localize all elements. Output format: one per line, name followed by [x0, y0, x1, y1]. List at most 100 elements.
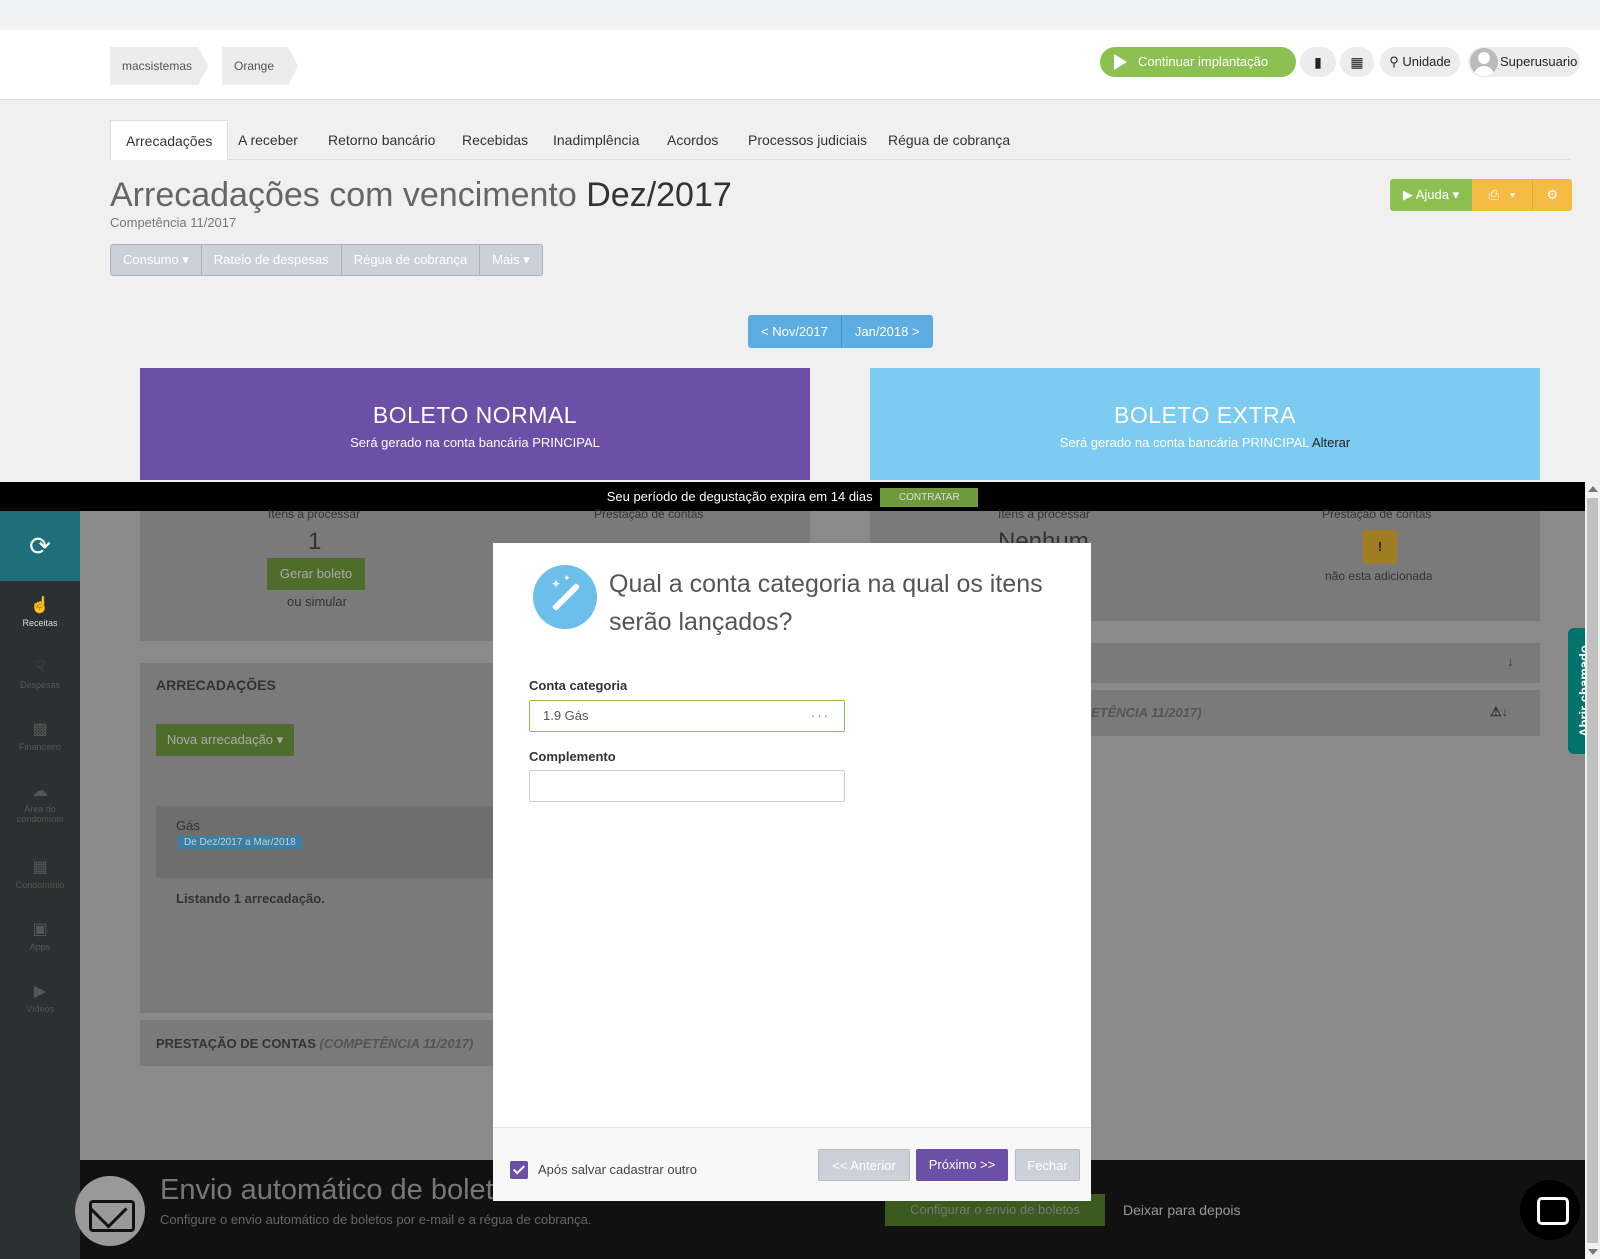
boleto-extra-title: BOLETO EXTRA [1114, 402, 1296, 428]
after-save-label[interactable]: Após salvar cadastrar outro [538, 1162, 697, 1177]
ou-simular-link[interactable]: ou simular [287, 594, 347, 609]
modal-footer: Após salvar cadastrar outro << Anterior … [493, 1127, 1091, 1201]
tab-processos-judiciais[interactable]: Processos judiciais [748, 120, 867, 160]
later-link[interactable]: Deixar para depois [1123, 1202, 1241, 1218]
help-button[interactable]: ▶ Ajuda ▾ [1390, 179, 1472, 211]
sub-navigation: Consumo ▾ Rateio de despesas Régua de co… [110, 244, 543, 276]
settings-button[interactable]: ⚙ [1532, 179, 1572, 211]
user-menu[interactable]: Superusuario [1468, 47, 1580, 77]
trial-text: Seu período de degustação expira em 14 d… [606, 489, 873, 504]
help-label: Ajuda [1415, 187, 1449, 202]
tab-a-receber[interactable]: A receber [238, 120, 298, 160]
ticket-icon[interactable]: ▮ [1300, 47, 1336, 77]
boleto-extra-card[interactable]: BOLETO EXTRA Será gerado na conta bancár… [870, 368, 1540, 480]
items-to-process-count: 1 [308, 528, 322, 555]
building-icon: ▦ [32, 859, 48, 876]
items-to-process-label-2: Itens a processar [998, 507, 1091, 521]
puzzle-icon: ▣ [32, 921, 48, 938]
sidebar-item-label: Vídeos [25, 1004, 55, 1014]
page-title-prefix: Arrecadações com vencimento [110, 176, 577, 214]
gift-icon[interactable]: ▦ [1340, 47, 1374, 77]
page-title-month: Dez/2017 [586, 176, 732, 214]
close-button[interactable]: Fechar [1015, 1149, 1080, 1181]
chat-icon[interactable] [1520, 1180, 1580, 1240]
boleto-normal-card[interactable]: BOLETO NORMAL Será gerado na conta bancá… [140, 368, 810, 480]
category-modal: ✦ ✦ Qual a conta categoria na qual os it… [493, 543, 1091, 1201]
sidebar-item-label: Despesas [19, 680, 61, 690]
tab-regua-de-cobranca[interactable]: Régua de cobrança [888, 120, 1010, 160]
tab-inadimplencia[interactable]: Inadimplência [553, 120, 639, 160]
sidebar-item-label: Receitas [22, 618, 58, 628]
tab-recebidas[interactable]: Recebidas [462, 120, 528, 160]
previous-button[interactable]: << Anterior [818, 1149, 910, 1181]
prestacao-heading: PRESTAÇÃO DE CONTAS (COMPETÊNCIA 11/2017… [156, 1036, 473, 1051]
scrollbar[interactable] [1585, 482, 1600, 1259]
sidebar-item-videos[interactable]: ▶ Vídeos [0, 981, 80, 1014]
cloud-icon: ☁ [32, 783, 48, 800]
category-select[interactable]: 1.9 Gás ··· [529, 700, 845, 732]
category-label: Conta categoria [529, 678, 628, 693]
modal-title: Qual a conta categoria na qual os itens … [609, 570, 1043, 636]
tab-retorno-bancario[interactable]: Retorno bancário [328, 120, 435, 160]
after-save-checkbox[interactable] [510, 1161, 528, 1179]
main-tabs: Arrecadações A receber Retorno bancário … [110, 120, 1570, 160]
continue-implantation-label: Continuar implantação [1138, 54, 1269, 69]
sparkle-icon: ✦ [563, 573, 571, 583]
subnav-regua[interactable]: Régua de cobrança [341, 245, 481, 275]
alterar-link[interactable]: Alterar [1312, 435, 1350, 450]
download-icon[interactable]: ↓ [1507, 654, 1514, 669]
auto-send-title: Envio automático de boletos [160, 1174, 525, 1206]
listing-count: Listando 1 arrecadação. [176, 891, 325, 906]
subnav-mais[interactable]: Mais ▾ [480, 245, 542, 275]
scroll-up-arrow[interactable] [1588, 486, 1598, 492]
scroll-down-arrow[interactable] [1588, 1249, 1598, 1255]
ellipsis-icon[interactable]: ··· [811, 701, 830, 731]
next-month-button[interactable]: Jan/2018 > [841, 315, 933, 348]
accounts-label-2: Prestação de contas [1322, 507, 1432, 521]
items-to-process-label: Itens a processar [268, 507, 361, 521]
print-button[interactable]: ⎙ ▾ [1472, 179, 1532, 211]
subnav-consumo-label: Consumo [123, 252, 179, 267]
search-icon: ⚲ [1389, 54, 1399, 69]
top-gap [0, 0, 1600, 30]
video-camera-icon: ▶ [33, 983, 47, 1000]
complement-label: Complemento [529, 749, 616, 764]
unit-search-button[interactable]: ⚲ Unidade [1380, 47, 1460, 77]
gerar-boleto-button[interactable]: Gerar boleto [267, 558, 365, 590]
prev-month-button[interactable]: < Nov/2017 [748, 315, 842, 348]
next-button[interactable]: Próximo >> [916, 1149, 1008, 1181]
boleto-extra-subtitle: Será gerado na conta bancária PRINCIPAL … [870, 435, 1540, 450]
continue-implantation-button[interactable]: Continuar implantação [1100, 47, 1296, 77]
sidebar-item-receitas[interactable]: ☝ Receitas [0, 595, 80, 628]
sidebar-item-financeiro[interactable]: ▩ Financeiro [0, 719, 80, 752]
unit-search-label: Unidade [1402, 54, 1451, 69]
not-added-text: não esta adicionada [1325, 569, 1433, 583]
gear-icon: ⚙ [1546, 187, 1559, 202]
sidebar-item-area-condominio[interactable]: ☁ Área do condomínio [0, 781, 80, 824]
sidebar-item-condominio[interactable]: ▦ Condomínio [0, 857, 80, 890]
tab-acordos[interactable]: Acordos [667, 120, 718, 160]
sparkle-icon: ✦ [551, 577, 562, 591]
sidebar-item-label: Apps [29, 942, 51, 952]
breadcrumb-item-company[interactable]: macsistemas [110, 47, 208, 85]
gas-period-badge: De Dez/2017 a Mar/2018 [178, 836, 302, 849]
subnav-rateio[interactable]: Rateio de despesas [201, 245, 342, 275]
sidebar-item-label: Área do condomínio [16, 804, 64, 824]
app-logo-icon[interactable]: ⟳ [0, 511, 80, 581]
warning-download-icon[interactable]: ⚠↓ [1490, 704, 1508, 720]
contratar-button[interactable]: CONTRATAR [880, 488, 979, 508]
tab-arrecadacoes[interactable]: Arrecadações [110, 120, 229, 160]
warning-icon: ! [1363, 530, 1397, 564]
sidebar-item-label: Financeiro [18, 742, 62, 752]
scrollbar-thumb[interactable] [1587, 498, 1598, 1243]
bar-chart-icon: ▩ [32, 721, 48, 738]
complement-input[interactable] [529, 770, 845, 802]
chevron-down-icon: ▾ [1509, 187, 1516, 202]
prestacao-competencia: (COMPETÊNCIA 11/2017) [319, 1036, 474, 1051]
sidebar-item-despesas[interactable]: ☟ Despesas [0, 657, 80, 690]
sidebar-item-apps[interactable]: ▣ Apps [0, 919, 80, 952]
subnav-consumo[interactable]: Consumo ▾ [111, 245, 202, 275]
avatar [1470, 48, 1498, 76]
nova-arrecadacao-button[interactable]: Nova arrecadação ▾ [156, 724, 294, 756]
breadcrumb-item-condo[interactable]: Orange [212, 47, 298, 85]
